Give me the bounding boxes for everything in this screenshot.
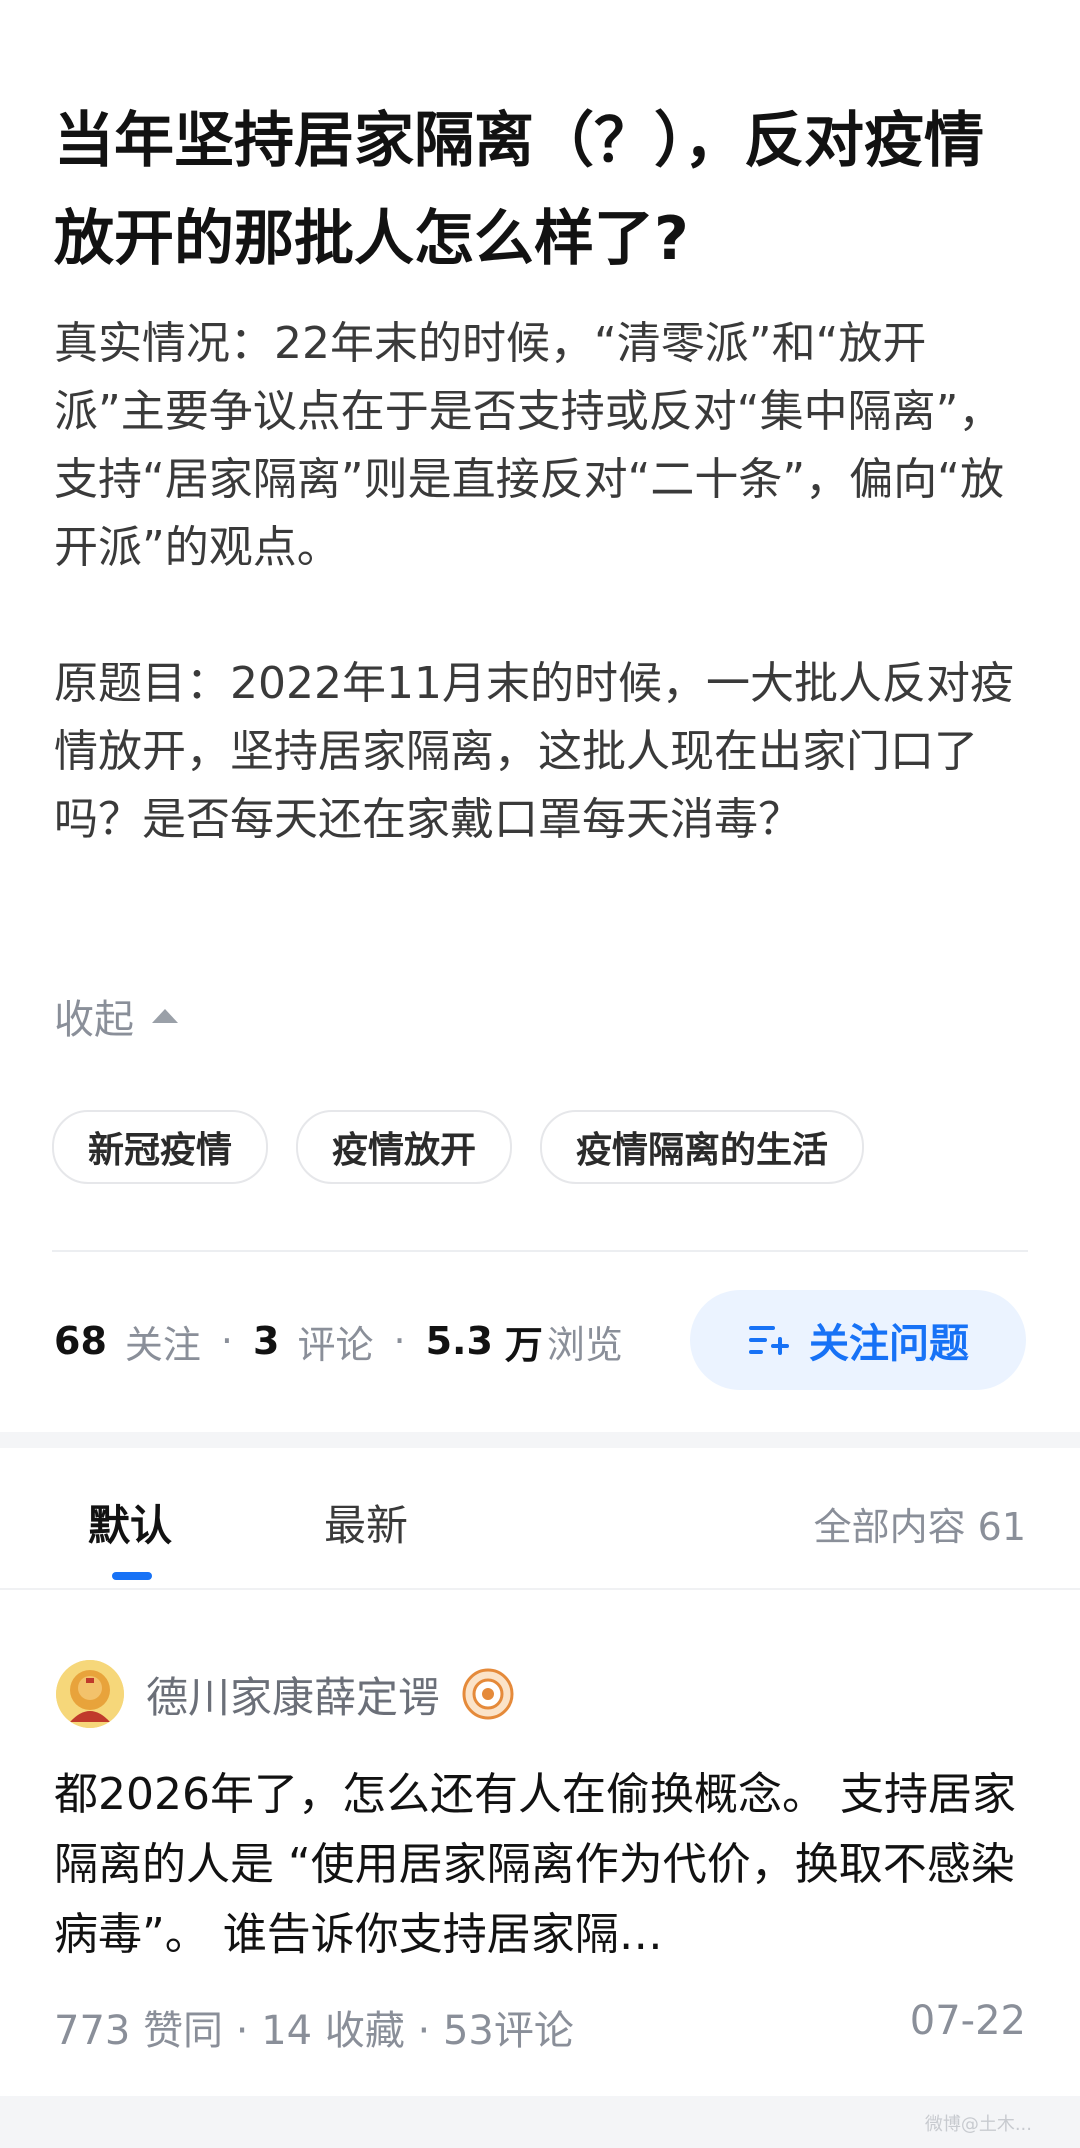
collapse-button[interactable]: 收起 — [54, 988, 178, 1044]
answer-author[interactable]: 德川家康薛定谔 — [56, 1660, 514, 1728]
follow-question-button[interactable]: 关注问题 — [690, 1290, 1026, 1390]
question-detail-paragraph: 真实情况：22年末的时候，“清零派”和“放开派”主要争议点在于是否支持或反对“集… — [54, 318, 1004, 573]
tab-default[interactable]: 默认 — [88, 1492, 172, 1553]
stats-separator: · — [393, 1319, 406, 1363]
followers-count: 68 — [54, 1319, 107, 1363]
triangle-up-icon — [152, 1009, 178, 1023]
list-plus-icon — [749, 1326, 789, 1355]
comments-label[interactable]: 评论 — [297, 1314, 373, 1369]
question-detail-paragraph: 原题目：2022年11月末的时候，一大批人反对疫情放开，坚持居家隔离，这批人现在… — [54, 658, 1014, 845]
stats-separator: · — [220, 1319, 233, 1363]
follow-question-label: 关注问题 — [809, 1321, 969, 1367]
active-tab-indicator — [112, 1572, 152, 1580]
question-title: 当年坚持居家隔离（？），反对疫情放开的那批人怎么样了? — [54, 106, 984, 274]
topic-tags: 新冠疫情 疫情放开 疫情隔离的生活 — [52, 1110, 865, 1184]
author-name[interactable]: 德川家康薛定谔 — [146, 1664, 440, 1725]
question-detail: 真实情况：22年末的时候，“清零派”和“放开派”主要争议点在于是否支持或反对“集… — [54, 310, 1029, 854]
section-separator — [0, 1432, 1080, 1448]
user-badge-icon — [462, 1668, 514, 1720]
followers-label[interactable]: 关注 — [125, 1314, 201, 1369]
comments-count: 3 — [253, 1319, 280, 1363]
question-stats: 68 关注 · 3 评论 · 5.3 万 浏览 — [54, 1308, 623, 1374]
total-content-count: 全部内容 61 — [813, 1505, 1026, 1549]
answer-excerpt[interactable]: 都2026年了，怎么还有人在偷换概念。 支持居家隔离的人是 “使用居家隔离作为代… — [54, 1760, 1029, 1970]
answer-sort-tabs: 默认 最新 全部内容 61 — [0, 1448, 1080, 1588]
tab-latest[interactable]: 最新 — [324, 1492, 408, 1553]
answer-meta: 773 赞同 · 14 收藏 · 53评论 — [54, 2008, 574, 2054]
avatar[interactable] — [56, 1660, 124, 1728]
watermark: 微博@土木... — [924, 2114, 1032, 2135]
divider — [52, 1250, 1028, 1252]
section-separator: 微博@土木... — [0, 2096, 1080, 2148]
collapse-label: 收起 — [54, 997, 134, 1043]
views-count: 5.3 — [425, 1319, 493, 1363]
views-unit: 万 — [504, 1322, 543, 1367]
topic-tag[interactable]: 疫情放开 — [296, 1110, 513, 1184]
question-page: 当年坚持居家隔离（？），反对疫情放开的那批人怎么样了? 真实情况：22年末的时候… — [0, 0, 1080, 2148]
topic-tag[interactable]: 新冠疫情 — [52, 1110, 269, 1184]
topic-tag[interactable]: 疫情隔离的生活 — [540, 1110, 865, 1184]
views-label: 浏览 — [546, 1322, 623, 1367]
answer-date: 07-22 — [909, 1998, 1026, 2044]
tabs-divider — [0, 1588, 1080, 1590]
